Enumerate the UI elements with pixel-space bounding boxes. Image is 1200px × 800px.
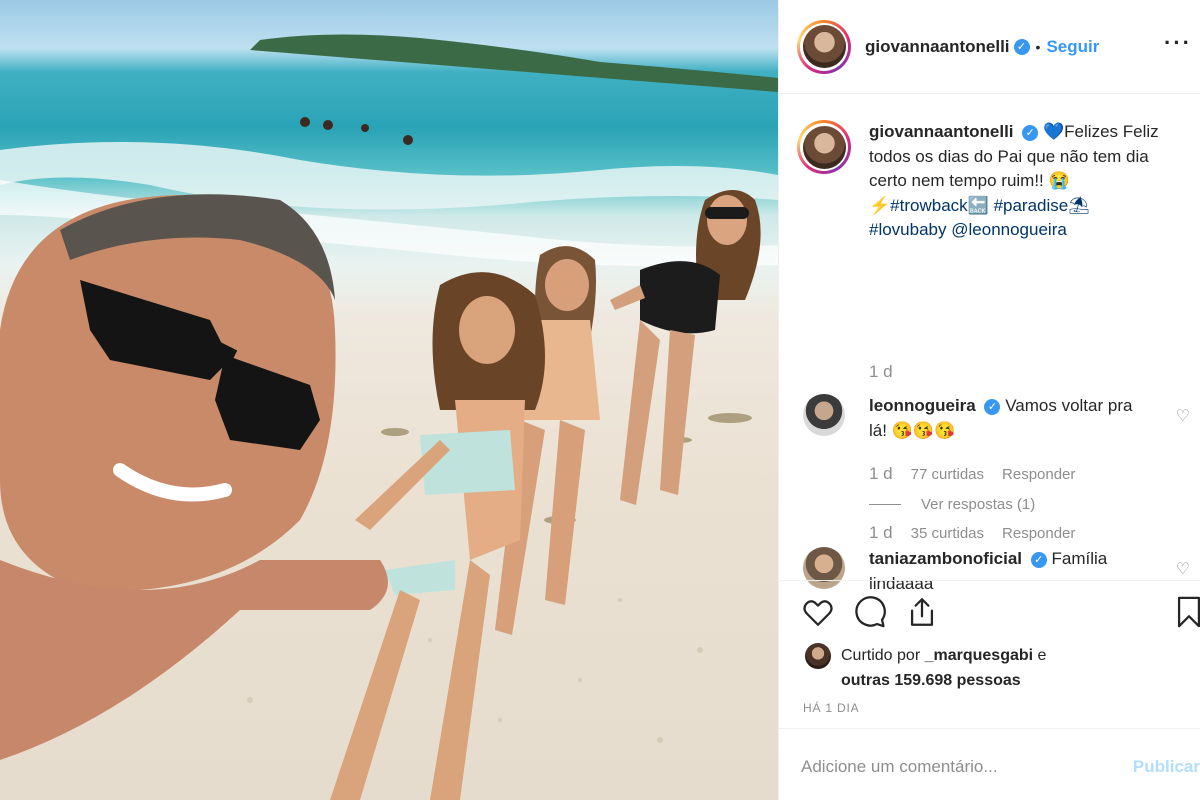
- caption-username[interactable]: giovannaantonelli: [869, 122, 1014, 141]
- comment-row: leonnogueira ✓ Vamos voltar pra lá! 😘😘😘: [797, 394, 1182, 443]
- view-replies-label[interactable]: Ver respostas (1): [921, 496, 1035, 513]
- replies-divider: [869, 504, 901, 505]
- commenter-username[interactable]: taniazambonoficial: [869, 549, 1022, 568]
- verified-badge-icon: ✓: [1030, 551, 1047, 568]
- liked-by-joiner: e: [1037, 647, 1047, 664]
- liker-avatar[interactable]: [805, 643, 831, 669]
- avatar-image: [802, 25, 846, 68]
- share-icon[interactable]: [905, 595, 939, 629]
- post-sidebar: giovannaantonelli ✓ • Seguir ··· giovann…: [778, 0, 1200, 800]
- caption-meta: 1 d: [869, 362, 911, 382]
- comment-like-heart-icon[interactable]: ♡: [1176, 406, 1190, 426]
- post-photo[interactable]: [0, 0, 778, 800]
- likes-summary: Curtido por _marquesgabi e outras 159.69…: [805, 643, 1046, 693]
- caption-text: giovannaantonelli ✓ 💙Felizes Feliz todos…: [869, 120, 1159, 243]
- view-replies[interactable]: Ver respostas (1): [869, 496, 1035, 513]
- action-icons: [801, 595, 939, 629]
- comment-likes[interactable]: 77 curtidas: [911, 466, 984, 483]
- publish-button[interactable]: Publicar: [1133, 757, 1200, 777]
- comment-icon[interactable]: [853, 595, 887, 629]
- comment-time[interactable]: 1 d: [869, 523, 893, 543]
- caption-line-3: certo nem tempo ruim!! 😭: [869, 171, 1070, 190]
- verified-badge-icon: ✓: [1022, 124, 1039, 141]
- heart-icon[interactable]: [801, 595, 835, 629]
- hashtag-paradise[interactable]: #paradise⛱: [994, 196, 1090, 215]
- comment-text: leonnogueira ✓ Vamos voltar pra lá! 😘😘😘: [869, 394, 1132, 443]
- comment-time[interactable]: 1 d: [869, 464, 893, 484]
- liked-by-prefix: Curtido por: [841, 647, 921, 664]
- caption-avatar[interactable]: [797, 120, 851, 174]
- mention-leonnogueira[interactable]: @leonnogueira: [951, 220, 1067, 239]
- verified-badge-icon: ✓: [1013, 38, 1030, 55]
- post-date[interactable]: HÁ 1 DIA: [803, 701, 859, 715]
- more-dots-icon[interactable]: ···: [1164, 30, 1192, 56]
- beach-photo-illustration: [0, 34, 778, 800]
- separator-dot: •: [1035, 38, 1041, 55]
- comment-likes[interactable]: 35 curtidas: [911, 525, 984, 542]
- comment-line-2: lá! 😘😘😘: [869, 420, 956, 440]
- caption-line-1: Felizes Feliz: [1064, 122, 1159, 141]
- caption-row: giovannaantonelli ✓ 💙Felizes Feliz todos…: [797, 120, 1182, 243]
- comments-area: giovannaantonelli ✓ 💙Felizes Feliz todos…: [779, 94, 1200, 593]
- add-comment-bar: Adicione um comentário... Publicar: [779, 728, 1200, 800]
- author-username[interactable]: giovannaantonelli: [865, 37, 1010, 57]
- author-avatar[interactable]: [797, 19, 851, 74]
- commenter-username[interactable]: leonnogueira: [869, 396, 976, 415]
- avatar-image: [802, 125, 846, 169]
- bookmark-icon[interactable]: [1174, 595, 1200, 629]
- follow-button[interactable]: Seguir: [1046, 37, 1099, 57]
- verified-badge-icon: ✓: [984, 398, 1001, 415]
- heart-emoji: 💙: [1043, 122, 1065, 141]
- liker-username[interactable]: _marquesgabi: [925, 647, 1033, 664]
- comment-meta: 1 d 35 curtidas Responder: [869, 523, 1093, 543]
- island-shape: [250, 34, 778, 92]
- hashtag-lovubaby[interactable]: #lovubaby: [869, 220, 947, 239]
- likes-count[interactable]: outras 159.698 pessoas: [841, 672, 1021, 689]
- caption-time[interactable]: 1 d: [869, 362, 893, 381]
- comment-like-heart-icon[interactable]: ♡: [1176, 559, 1190, 579]
- comment-line-1: Vamos voltar pra: [1005, 396, 1133, 415]
- comment-input[interactable]: Adicione um comentário...: [801, 757, 998, 777]
- hashtag-trowback[interactable]: #trowback🔙: [890, 196, 989, 215]
- caption-line-2: todos os dias do Pai que não tem dia: [869, 146, 1149, 166]
- reply-button[interactable]: Responder: [1002, 466, 1075, 483]
- post-header: giovannaantonelli ✓ • Seguir ···: [779, 0, 1200, 94]
- comment-meta: 1 d 77 curtidas Responder: [869, 464, 1093, 484]
- reply-button[interactable]: Responder: [1002, 525, 1075, 542]
- bolt-emoji: ⚡: [869, 195, 891, 215]
- commenter-avatar[interactable]: [803, 394, 845, 436]
- post-actions: Curtido por _marquesgabi e outras 159.69…: [779, 580, 1200, 728]
- comment-line-1: Família: [1051, 549, 1108, 568]
